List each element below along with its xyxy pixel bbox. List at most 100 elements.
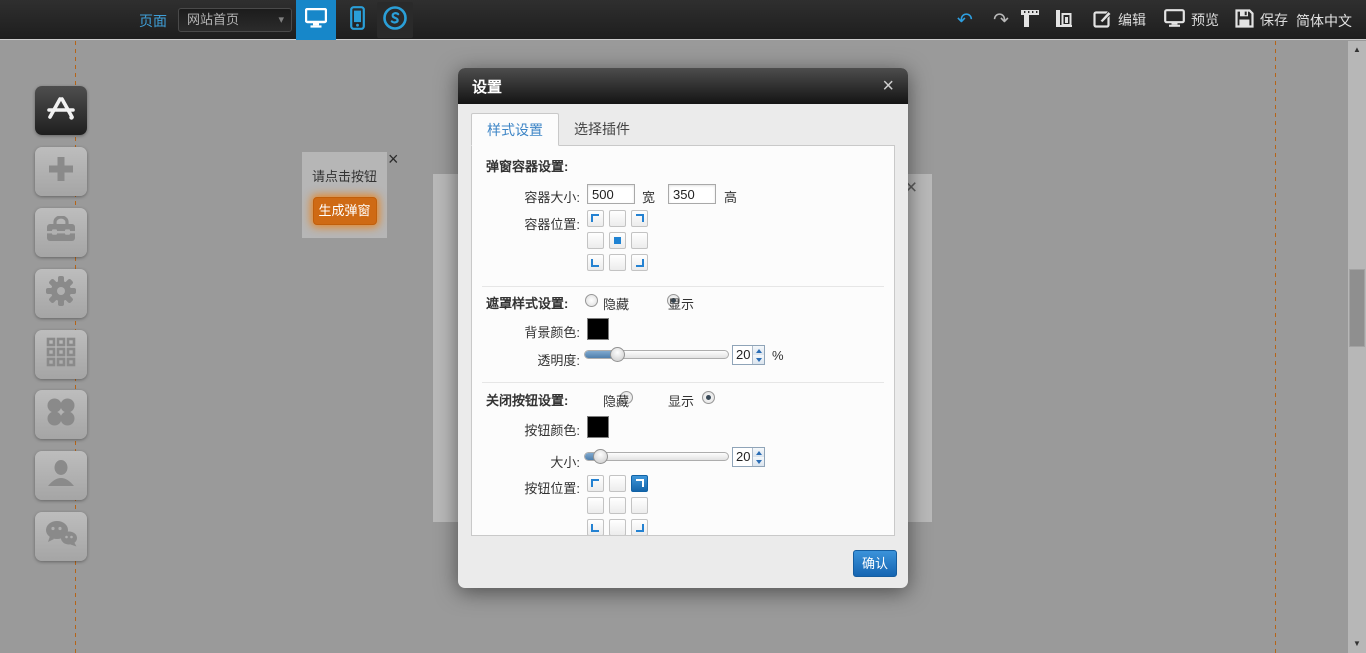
pos-top-right[interactable] — [631, 210, 648, 227]
sidebar-item-app-grid[interactable] — [35, 330, 87, 379]
link-mode-button[interactable] — [377, 2, 413, 38]
closebtn-hide-label[interactable]: 隐藏 — [603, 391, 629, 410]
container-height-input[interactable] — [668, 184, 716, 204]
center-square-icon — [614, 237, 621, 244]
closebtn-position-label: 按钮位置: — [472, 478, 580, 497]
pos-bottom-center[interactable] — [609, 254, 626, 271]
language-switch[interactable]: 简体中文 — [1296, 11, 1352, 31]
section-divider — [482, 286, 884, 287]
closebtn-color-swatch[interactable] — [587, 416, 609, 438]
container-width-input[interactable] — [587, 184, 635, 204]
sidebar-item-wechat[interactable] — [35, 512, 87, 561]
page-dropdown[interactable]: 网站首页 ▾ — [178, 8, 292, 32]
mask-bg-color-swatch[interactable] — [587, 318, 609, 340]
scrollbar-thumb[interactable] — [1349, 269, 1365, 347]
section-divider — [482, 382, 884, 383]
page-scrollbar[interactable]: ▲ ▼ — [1348, 41, 1366, 653]
generate-popup-button[interactable]: 生成弹窗 — [313, 197, 377, 225]
redo-button[interactable]: ↷ — [989, 9, 1013, 31]
corner-bottom-left-icon — [591, 524, 599, 532]
stats-button[interactable] — [1052, 9, 1076, 31]
corner-top-right-icon — [636, 479, 644, 487]
size-spinner: 20 — [732, 447, 765, 467]
size-spinner-arrows — [752, 448, 764, 466]
closebtn-show-radio[interactable] — [702, 391, 715, 404]
mobile-view-button[interactable] — [341, 0, 373, 40]
container-position-grid — [587, 210, 648, 271]
pos-center[interactable] — [609, 497, 626, 514]
corner-bottom-right-icon — [636, 524, 644, 532]
sidebar-item-user[interactable] — [35, 451, 87, 500]
pos-bottom-left[interactable] — [587, 519, 604, 536]
preview-button[interactable]: 预览 — [1164, 9, 1219, 31]
corner-top-right-icon — [636, 214, 644, 222]
spinner-up-icon[interactable] — [753, 448, 764, 457]
hint-close-icon[interactable]: × — [388, 150, 399, 168]
spinner-down-icon[interactable] — [753, 457, 764, 466]
sidebar-item-settings[interactable] — [35, 269, 87, 318]
mask-hide-radio[interactable] — [585, 294, 598, 307]
corner-bottom-right-icon — [636, 259, 644, 267]
opacity-spinner: 20 — [732, 345, 765, 365]
corner-top-left-icon — [591, 479, 599, 487]
edit-button[interactable]: 编辑 — [1093, 9, 1146, 31]
hint-box: 请点击按钮 生成弹窗 — [302, 152, 387, 238]
pos-center-selected[interactable] — [609, 232, 626, 249]
sidebar-item-toolbox[interactable] — [35, 208, 87, 257]
pos-top-left[interactable] — [587, 475, 604, 492]
size-value[interactable]: 20 — [733, 448, 752, 466]
pos-top-center[interactable] — [609, 210, 626, 227]
size-slider-handle[interactable] — [593, 449, 608, 464]
pos-bottom-right[interactable] — [631, 254, 648, 271]
save-button[interactable]: 保存 — [1235, 9, 1288, 31]
right-guide-line — [1275, 41, 1276, 653]
wechat-icon — [44, 520, 78, 553]
pos-bottom-left[interactable] — [587, 254, 604, 271]
pos-mid-left[interactable] — [587, 497, 604, 514]
spinner-up-icon[interactable] — [753, 346, 764, 355]
pos-top-left[interactable] — [587, 210, 604, 227]
confirm-button[interactable]: 确认 — [853, 550, 897, 577]
mask-section-heading: 遮罩样式设置: — [486, 293, 568, 312]
container-section-heading: 弹窗容器设置: — [486, 156, 568, 175]
closebtn-color-label: 按钮颜色: — [472, 420, 580, 439]
save-floppy-icon — [1235, 9, 1254, 31]
opacity-slider[interactable] — [584, 350, 729, 359]
height-unit-label: 高 — [724, 187, 737, 206]
opacity-slider-handle[interactable] — [610, 347, 625, 362]
mask-hide-label[interactable]: 隐藏 — [603, 294, 629, 313]
opacity-value[interactable]: 20 — [733, 346, 752, 364]
pos-top-center[interactable] — [609, 475, 626, 492]
user-icon — [46, 458, 76, 493]
container-position-label: 容器位置: — [472, 214, 580, 233]
sidebar-item-add-module[interactable] — [35, 147, 87, 196]
pos-top-right-selected[interactable] — [631, 475, 648, 492]
modal-close-icon[interactable]: × — [882, 76, 894, 96]
pos-mid-right[interactable] — [631, 232, 648, 249]
closebtn-position-grid — [587, 475, 648, 536]
scroll-up-icon[interactable]: ▲ — [1348, 43, 1366, 57]
scroll-down-icon[interactable]: ▼ — [1348, 637, 1366, 651]
opacity-spinner-arrows — [752, 346, 764, 364]
gear-icon — [45, 275, 77, 312]
undo-button[interactable]: ↶ — [953, 9, 977, 31]
hint-text: 请点击按钮 — [302, 166, 387, 185]
pos-mid-right[interactable] — [631, 497, 648, 514]
closebtn-show-label[interactable]: 显示 — [668, 391, 694, 410]
sidebar-item-app-design[interactable] — [35, 86, 87, 135]
pos-bottom-center[interactable] — [609, 519, 626, 536]
modal-tabs: 样式设置 选择插件 — [471, 113, 895, 146]
preview-label: 预览 — [1191, 10, 1219, 30]
desktop-view-button[interactable] — [296, 0, 336, 40]
top-toolbar: 页面 网站首页 ▾ ↶ ↷ 编辑 — [0, 0, 1366, 40]
ruler-button[interactable] — [1018, 9, 1042, 31]
spinner-down-icon[interactable] — [753, 355, 764, 364]
mask-show-label[interactable]: 显示 — [668, 294, 694, 313]
tab-choose-plugin[interactable]: 选择插件 — [559, 113, 645, 146]
sidebar-item-widgets[interactable] — [35, 390, 87, 439]
pos-mid-left[interactable] — [587, 232, 604, 249]
closebtn-size-label: 大小: — [472, 452, 580, 471]
pos-bottom-right[interactable] — [631, 519, 648, 536]
tab-style-settings[interactable]: 样式设置 — [471, 113, 559, 146]
closebtn-size-slider[interactable] — [584, 452, 729, 461]
